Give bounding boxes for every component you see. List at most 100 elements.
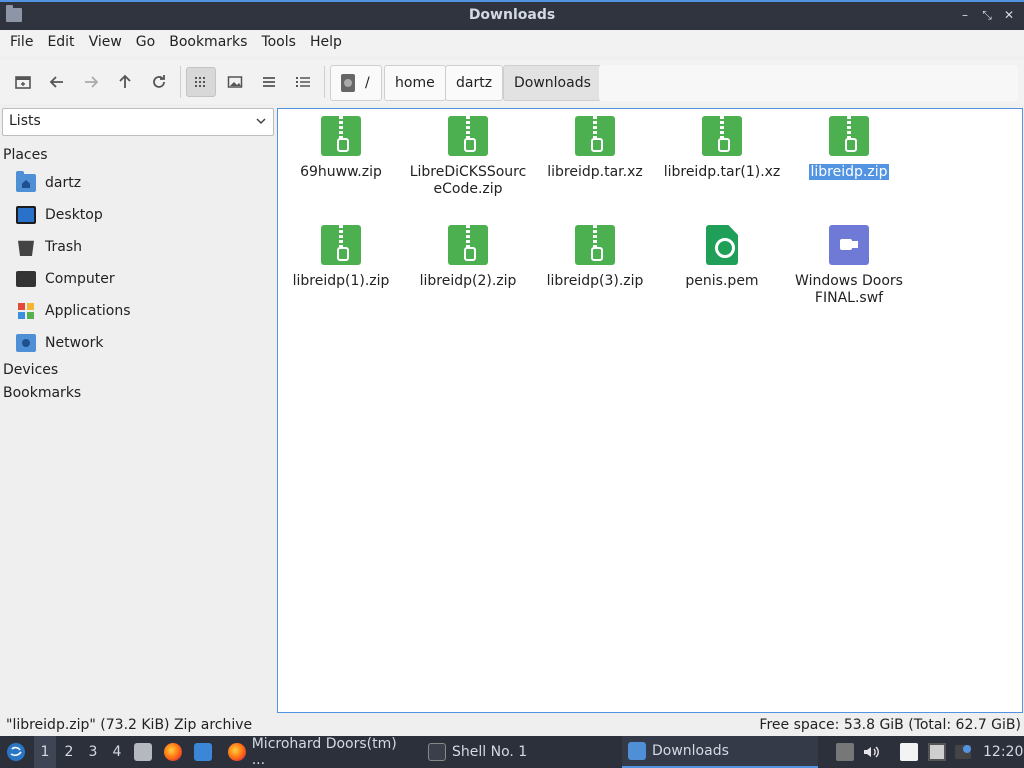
workspace-3[interactable]: 3 [82,736,104,768]
arrow-up-icon [119,74,131,88]
menu-bookmarks[interactable]: Bookmarks [162,30,254,56]
bookmarks-header[interactable]: Bookmarks [3,385,81,401]
menu-file[interactable]: File [3,30,40,56]
sidebar-item-desktop[interactable]: Desktop [16,202,103,228]
applications-icon [16,302,36,320]
reload-icon [153,75,165,88]
zip-archive-icon [448,116,488,156]
zip-archive-icon [321,116,361,156]
arrow-left-icon [49,76,63,88]
breadcrumb-home[interactable]: home [384,65,446,101]
menu-help[interactable]: Help [303,30,349,56]
file-item[interactable]: libreidp(3).zip [532,225,658,290]
file-view[interactable]: 69huww.zip LibreDiCKSSourc eCode.zip lib… [277,108,1023,713]
firefox-icon [228,743,246,761]
launcher-firefox[interactable] [164,736,188,768]
start-menu-button[interactable] [4,736,28,768]
thumbnail-view-button[interactable] [220,67,250,97]
breadcrumb-downloads[interactable]: Downloads [503,65,602,101]
new-tab-button[interactable] [8,67,38,97]
workspace-2[interactable]: 2 [58,736,80,768]
task-shell-window[interactable]: Shell No. 1 [422,736,618,768]
file-name: libreidp(3).zip [546,273,644,289]
menu-tools[interactable]: Tools [254,30,303,56]
sidebar-mode-select[interactable]: Lists [2,108,274,136]
clipboard-icon [900,743,918,761]
home-folder-icon [16,171,36,192]
sidebar-item-dartz[interactable]: dartz [16,170,81,196]
show-desktop-icon [194,743,212,761]
zip-archive-icon [575,116,615,156]
close-button[interactable]: ✕ [1000,6,1018,24]
launcher-file-manager[interactable] [134,736,158,768]
folder-icon [628,742,646,760]
window-title: Downloads [468,7,556,23]
file-item[interactable]: Windows Doors FINAL.swf [786,225,912,307]
menu-go[interactable]: Go [129,30,162,56]
file-item[interactable]: LibreDiCKSSourc eCode.zip [405,116,531,198]
workspace-1[interactable]: 1 [34,736,56,768]
breadcrumb-root[interactable]: / [330,65,382,101]
zip-archive-icon [575,225,615,265]
up-button[interactable] [110,67,140,97]
taskbar: 1 2 3 4 Microhard Doors(tm) ... Shell No… [0,736,1024,768]
sidebar-item-applications[interactable]: Applications [16,298,131,324]
breadcrumb-dartz[interactable]: dartz [445,65,504,101]
computer-icon [16,271,36,287]
file-item[interactable]: 69huww.zip [278,116,404,181]
tray-updates[interactable] [954,736,972,768]
places-header[interactable]: Places [3,147,48,163]
file-item[interactable]: libreidp.tar(1).xz [659,116,785,181]
reload-button[interactable] [144,67,174,97]
firefox-icon [164,743,182,761]
menu-edit[interactable]: Edit [40,30,81,56]
trash-icon [18,240,34,256]
sidebar-item-network[interactable]: Network [16,330,103,356]
network-wired-icon [928,743,946,761]
tray-upload[interactable] [836,736,854,768]
forward-button[interactable] [76,67,106,97]
file-item[interactable]: libreidp(1).zip [278,225,404,290]
list-icon [263,77,275,87]
tray-network[interactable] [928,736,946,768]
back-button[interactable] [42,67,72,97]
menu-view[interactable]: View [82,30,129,56]
file-item[interactable]: libreidp.tar.xz [532,116,658,181]
file-name: penis.pem [685,273,759,289]
toolbar: / home dartz Downloads [0,60,1024,104]
tray-volume[interactable] [862,736,880,768]
sidebar-item-trash[interactable]: Trash [16,234,82,260]
zip-archive-icon [829,116,869,156]
video-file-icon [829,225,869,265]
file-item[interactable]: penis.pem [659,225,785,290]
file-item-selected[interactable]: libreidp.zip [786,116,912,181]
file-name: libreidp.tar.xz [547,164,643,180]
distro-logo-icon [7,743,25,761]
path-bar-empty-area[interactable] [599,65,1018,101]
file-name: LibreDiCKSSourc eCode.zip [409,164,527,197]
file-name: 69huww.zip [300,164,382,180]
certificate-icon [706,225,738,265]
compact-view-button[interactable] [254,67,284,97]
task-downloads-window[interactable]: Downloads [622,736,818,768]
clock[interactable]: 12:20 [983,736,1023,768]
file-name: libreidp.tar(1).xz [663,164,781,180]
arrow-right-icon [85,76,99,88]
tray-clipboard[interactable] [900,736,918,768]
chevron-down-icon [256,118,266,125]
file-item[interactable]: libreidp(2).zip [405,225,531,290]
desktop-icon [16,206,36,224]
task-firefox-window[interactable]: Microhard Doors(tm) ... [222,736,418,768]
workspace-4[interactable]: 4 [106,736,128,768]
icon-view-button[interactable] [186,67,216,97]
minimize-button[interactable]: – [956,6,974,24]
terminal-icon [428,743,446,761]
detailed-list-icon [296,77,310,87]
maximize-button[interactable]: ⤡ [978,6,996,24]
devices-header[interactable]: Devices [3,362,58,378]
sidebar-item-computer[interactable]: Computer [16,266,115,292]
detail-view-button[interactable] [288,67,318,97]
network-folder-icon [16,334,36,352]
free-space-info: Free space: 53.8 GiB (Total: 62.7 GiB) [759,717,1021,733]
launcher-desktop[interactable] [194,736,218,768]
